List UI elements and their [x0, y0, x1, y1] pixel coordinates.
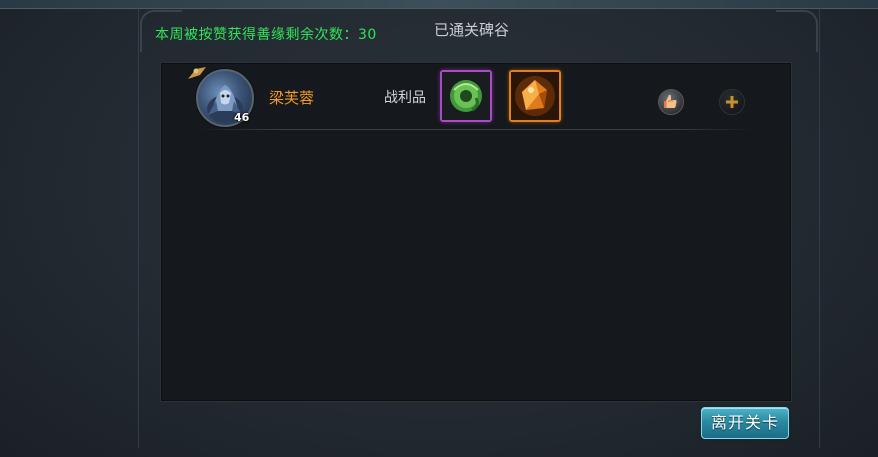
leave-stage-button[interactable]: 离开关卡 — [701, 407, 789, 439]
thumbs-up-icon — [664, 94, 677, 108]
player-level: 46 — [234, 111, 250, 124]
window-title: 已通关碑谷 — [434, 21, 510, 39]
weekly-like-counter: 本周被按赞获得善缘剩余次数：30 — [155, 27, 377, 43]
add-friend-button[interactable] — [719, 89, 745, 115]
like-button[interactable] — [658, 89, 684, 115]
frame-ornament-right — [776, 10, 818, 52]
hairpin-ornament-icon — [188, 67, 206, 79]
amber-gem-icon — [511, 72, 559, 120]
row-divider — [196, 129, 756, 130]
loot-item-amber-gem[interactable] — [509, 70, 561, 122]
result-list-panel: 46 梁芙蓉 战利品 — [160, 62, 792, 402]
loot-label: 战利品 — [384, 90, 426, 106]
player-name: 梁芙蓉 — [269, 89, 315, 107]
dungeon-result-window: 本周被按赞获得善缘剩余次数：30 已通关碑谷 46 梁芙蓉 战利品 离开关卡 — [0, 0, 878, 457]
plus-icon — [726, 96, 738, 108]
green-jade-ring-icon — [442, 72, 490, 120]
loot-item-jade-ring[interactable] — [440, 70, 492, 122]
